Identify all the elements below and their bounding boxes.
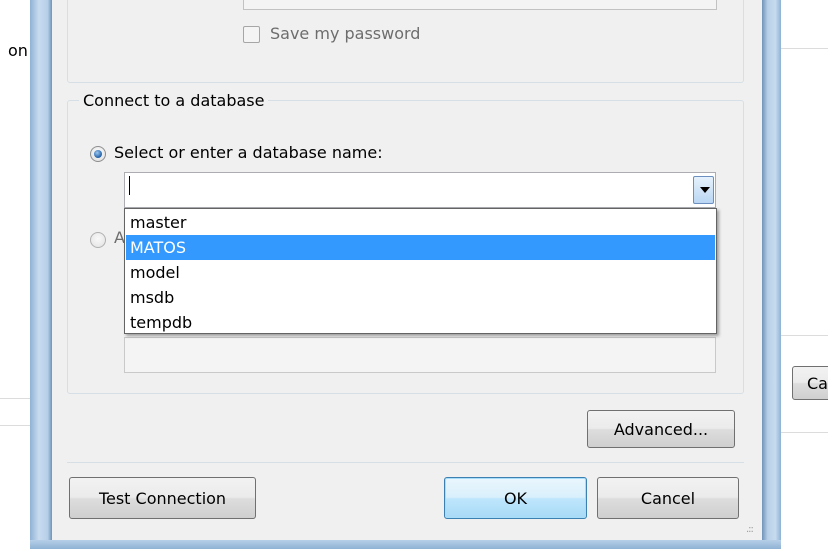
dropdown-option[interactable]: model [126,260,715,285]
background-window-label-fragment: on [8,41,28,60]
advanced-button[interactable]: Advanced... [587,410,735,448]
test-connection-button-label: Test Connection [98,488,227,508]
select-database-radio[interactable] [90,146,106,162]
password-field[interactable] [243,0,717,10]
dropdown-option[interactable]: MATOS [126,235,715,260]
database-name-combobox[interactable] [124,172,716,208]
resize-grip-icon[interactable]: .:: [746,524,754,535]
attach-file-field[interactable] [124,337,716,373]
background-cancel-button-fragment[interactable]: Ca [792,366,828,400]
ok-button-label: OK [503,488,528,508]
connection-properties-dialog: Save my password Connect to a database S… [52,0,762,540]
dialog-frame-right [762,0,781,549]
attach-database-radio[interactable] [90,232,106,248]
background-button-label: Ca [807,373,828,393]
background-divider [781,335,828,336]
dropdown-option[interactable]: tempdb [126,310,715,335]
dialog-frame-bottom [30,540,781,549]
database-dropdown-list[interactable]: master MATOS model msdb tempdb [124,208,717,334]
dialog-separator [67,462,744,463]
ok-button[interactable]: OK [444,477,587,519]
select-database-radio-label[interactable]: Select or enter a database name: [114,143,383,162]
background-divider [781,48,828,49]
save-password-label[interactable]: Save my password [270,24,420,43]
dropdown-option[interactable]: msdb [126,285,715,310]
save-password-checkbox[interactable] [243,26,260,43]
cancel-button-label: Cancel [640,488,696,508]
connect-database-group-title: Connect to a database [79,91,269,110]
background-divider [0,425,30,426]
background-divider [781,432,828,433]
dropdown-option[interactable]: master [126,210,715,235]
text-caret [129,176,130,195]
advanced-button-label: Advanced... [613,419,709,439]
cancel-button[interactable]: Cancel [597,477,739,519]
combobox-dropdown-button[interactable] [693,176,714,204]
radio-selected-dot [94,150,102,158]
background-divider [0,398,30,399]
dialog-frame-left [30,0,52,549]
test-connection-button[interactable]: Test Connection [69,477,256,519]
